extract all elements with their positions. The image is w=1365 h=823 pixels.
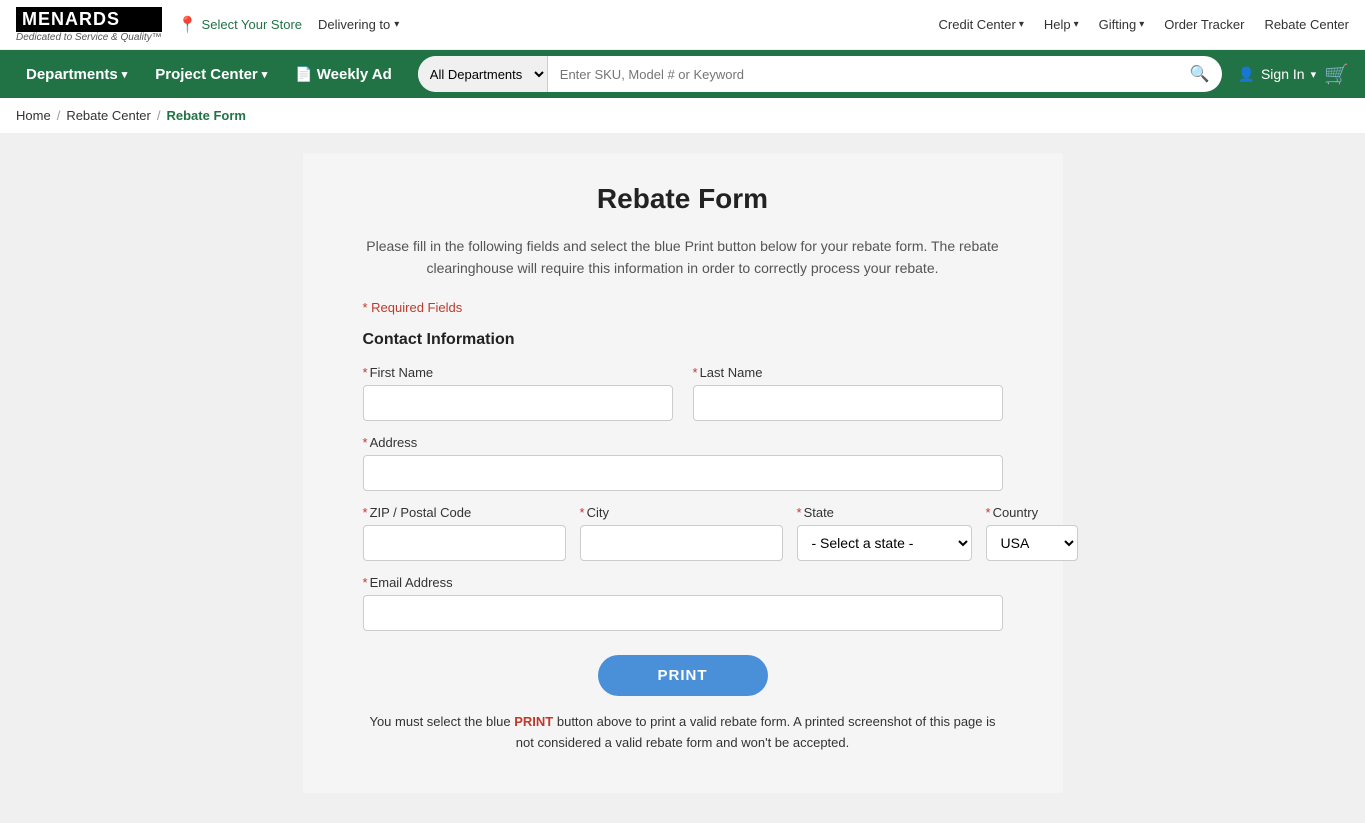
sign-in-label: Sign In [1261,66,1305,82]
email-label: *Email Address [363,575,1003,590]
breadcrumb-home[interactable]: Home [16,108,51,123]
address-row: *Address [363,435,1003,491]
weekly-ad-icon: 📄 [295,66,312,83]
logo-tagline: Dedicated to Service & Quality™ [16,32,162,43]
top-bar-right: Credit Center ▾ Help ▾ Gifting ▾ Order T… [939,17,1349,32]
country-group: *Country USA Canada [986,505,1078,561]
first-name-group: *First Name [363,365,673,421]
contact-info-section-title: Contact Information [363,331,1003,349]
store-select[interactable]: 📍 Select Your Store [178,15,302,35]
rebate-center-link[interactable]: Rebate Center [1264,17,1349,32]
delivering-to[interactable]: Delivering to ▾ [318,17,399,32]
email-row: *Email Address [363,575,1003,631]
required-note: * Required Fields [363,300,1003,315]
weekly-ad-label: Weekly Ad [317,66,392,83]
breadcrumb-separator-1: / [57,108,61,123]
help-link[interactable]: Help ▾ [1044,17,1079,32]
credit-center-chevron-icon: ▾ [1019,19,1024,30]
user-icon: 👤 [1238,66,1255,83]
weekly-ad-nav-item[interactable]: 📄 Weekly Ad [285,50,401,98]
help-chevron-icon: ▾ [1074,19,1079,30]
search-container: All Departments 🔍 [418,56,1222,92]
name-row: *First Name *Last Name [363,365,1003,421]
departments-nav-item[interactable]: Departments ▾ [16,50,137,98]
gifting-link[interactable]: Gifting ▾ [1099,17,1145,32]
store-select-label: Select Your Store [202,17,302,32]
gifting-label: Gifting [1099,17,1137,32]
form-title: Rebate Form [363,183,1003,215]
breadcrumb-current: Rebate Form [167,108,246,123]
country-label: *Country [986,505,1078,520]
cart-icon[interactable]: 🛒 [1324,62,1349,87]
email-group: *Email Address [363,575,1003,631]
state-group: *State - Select a state - Alabama Alaska… [797,505,972,561]
zip-group: *ZIP / Postal Code [363,505,566,561]
breadcrumb-separator-2: / [157,108,161,123]
last-name-group: *Last Name [693,365,1003,421]
departments-chevron-icon: ▾ [122,68,128,81]
breadcrumb: Home / Rebate Center / Rebate Form [0,98,1365,133]
address-input[interactable] [363,455,1003,491]
top-bar-left: MENARDS Dedicated to Service & Quality™ … [16,7,399,43]
sign-in-chevron-icon: ▾ [1311,68,1317,81]
gifting-chevron-icon: ▾ [1139,19,1144,30]
city-input[interactable] [580,525,783,561]
main-content: Rebate Form Please fill in the following… [0,133,1365,823]
address-group: *Address [363,435,1003,491]
credit-center-link[interactable]: Credit Center ▾ [939,17,1024,32]
email-input[interactable] [363,595,1003,631]
delivering-label: Delivering to [318,17,390,32]
first-name-label: *First Name [363,365,673,380]
form-description: Please fill in the following fields and … [363,235,1003,280]
departments-label: Departments [26,66,118,83]
project-center-chevron-icon: ▾ [262,68,268,81]
zip-label: *ZIP / Postal Code [363,505,566,520]
first-name-input[interactable] [363,385,673,421]
order-tracker-label: Order Tracker [1164,17,1244,32]
location-icon: 📍 [178,15,198,35]
delivering-chevron-icon: ▾ [394,19,399,30]
top-bar: MENARDS Dedicated to Service & Quality™ … [0,0,1365,50]
state-select[interactable]: - Select a state - Alabama Alaska Arizon… [797,525,972,561]
project-center-nav-item[interactable]: Project Center ▾ [145,50,277,98]
search-input[interactable] [548,56,1178,92]
order-tracker-link[interactable]: Order Tracker [1164,17,1244,32]
logo: MENARDS [16,7,162,32]
print-note: You must select the blue PRINT button ab… [363,712,1003,754]
zip-city-row: *ZIP / Postal Code *City *State - Select… [363,505,1003,561]
country-select[interactable]: USA Canada [986,525,1078,561]
state-label: *State [797,505,972,520]
logo-wrapper: MENARDS Dedicated to Service & Quality™ [16,7,162,43]
help-label: Help [1044,17,1071,32]
rebate-center-label: Rebate Center [1264,17,1349,32]
last-name-input[interactable] [693,385,1003,421]
project-center-label: Project Center [155,66,258,83]
breadcrumb-rebate-center[interactable]: Rebate Center [66,108,151,123]
nav-bar: Departments ▾ Project Center ▾ 📄 Weekly … [0,50,1365,98]
credit-center-label: Credit Center [939,17,1016,32]
city-label: *City [580,505,783,520]
form-container: Rebate Form Please fill in the following… [303,153,1063,793]
print-button[interactable]: PRINT [598,655,768,696]
department-select[interactable]: All Departments [418,56,548,92]
last-name-label: *Last Name [693,365,1003,380]
address-label: *Address [363,435,1003,450]
search-button[interactable]: 🔍 [1178,64,1222,84]
sign-in-area[interactable]: 👤 Sign In ▾ [1238,66,1317,83]
zip-input[interactable] [363,525,566,561]
city-group: *City [580,505,783,561]
